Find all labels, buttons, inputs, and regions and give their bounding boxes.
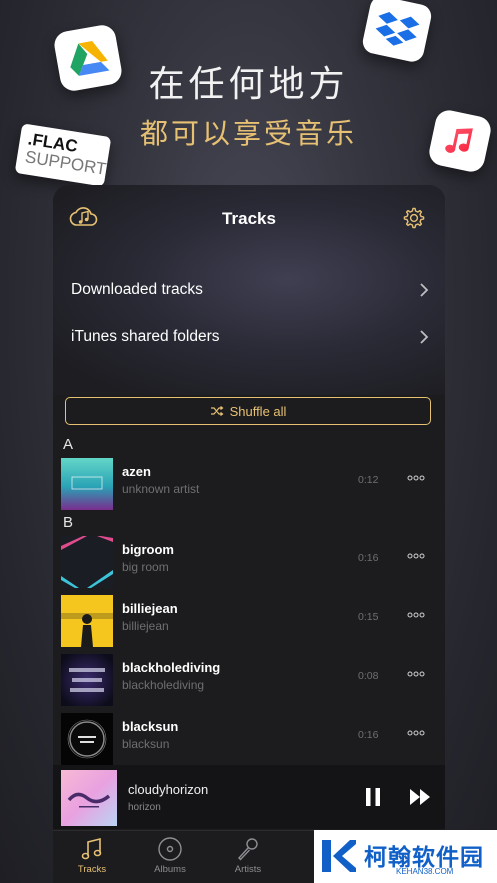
track-title: blacksun (122, 719, 179, 734)
more-options-icon[interactable] (407, 472, 425, 484)
track-title: billiejean (122, 601, 178, 616)
album-art (61, 536, 113, 588)
track-duration: 0:08 (358, 670, 379, 682)
track-artist: blackholediving (122, 678, 205, 692)
album-art (61, 458, 113, 510)
more-options-icon[interactable] (407, 668, 425, 680)
more-options-icon[interactable] (407, 609, 425, 621)
tab-tracks-label: Tracks (77, 864, 107, 875)
apple-music-icon (426, 107, 494, 175)
disc-icon (158, 837, 182, 861)
track-title: azen (122, 464, 151, 479)
menu-item-label: Downloaded tracks (71, 281, 203, 298)
microphone-icon (238, 838, 258, 861)
watermark: 柯翰软件园 KEHAN38.COM (314, 830, 497, 883)
track-row-azen[interactable]: azen unknown artist 0:12 (53, 455, 445, 513)
now-playing-album-art (61, 770, 117, 826)
track-row-billiejean[interactable]: billiejean billiejean 0:15 (53, 592, 445, 650)
tab-tracks[interactable]: Tracks (53, 831, 131, 883)
album-art (61, 654, 113, 706)
track-duration: 0:16 (358, 552, 379, 564)
next-track-icon[interactable] (409, 787, 431, 807)
shuffle-all-label: Shuffle all (229, 403, 287, 419)
track-duration: 0:15 (358, 611, 379, 623)
menu-item-downloaded-tracks[interactable]: Downloaded tracks (53, 267, 445, 313)
track-duration: 0:16 (358, 729, 379, 741)
track-duration: 0:12 (358, 474, 379, 486)
pause-icon[interactable] (365, 787, 381, 807)
music-note-icon (81, 837, 102, 860)
menu-item-label: iTunes shared folders (71, 328, 220, 345)
track-artist: billiejean (122, 619, 169, 633)
track-artist: unknown artist (122, 482, 200, 496)
tab-artists[interactable]: Artists (209, 831, 287, 883)
menu-item-itunes-shared-folders[interactable]: iTunes shared folders (53, 314, 445, 360)
track-row-bigroom[interactable]: bigroom big room 0:16 (53, 533, 445, 591)
track-title: bigroom (122, 542, 174, 557)
now-playing-bar[interactable]: cloudyhorizon horizon (53, 765, 445, 829)
watermark-logo (322, 840, 356, 872)
more-options-icon[interactable] (407, 550, 425, 562)
section-header-a: A (63, 436, 74, 453)
track-artist: blacksun (122, 737, 170, 751)
track-title: blackholediving (122, 660, 221, 675)
now-playing-subtitle: horizon (128, 802, 161, 813)
now-playing-title: cloudyhorizon (128, 782, 209, 797)
tab-albums-label: Albums (154, 864, 186, 875)
shuffle-all-button[interactable]: Shuffle all (65, 397, 431, 425)
track-row-blacksun[interactable]: blacksun blacksun 0:16 (53, 710, 445, 768)
navigation-bar: Tracks (53, 185, 445, 251)
gear-icon[interactable] (403, 207, 425, 229)
section-header-b: B (63, 514, 74, 531)
album-art (61, 713, 113, 765)
watermark-domain: KEHAN38.COM (396, 867, 454, 876)
track-artist: big room (122, 560, 169, 574)
chevron-right-icon (420, 283, 429, 297)
page-title: Tracks (222, 209, 276, 228)
tab-artists-label: Artists (234, 864, 262, 875)
shuffle-icon (210, 406, 224, 416)
google-drive-icon (52, 23, 124, 93)
tab-albums[interactable]: Albums (131, 831, 209, 883)
album-art (61, 595, 113, 647)
more-options-icon[interactable] (407, 727, 425, 739)
phone-screen: Tracks Downloaded tracks iTunes shared f… (53, 185, 445, 883)
chevron-right-icon (420, 330, 429, 344)
track-row-blackholediving[interactable]: blackholediving blackholediving 0:08 (53, 651, 445, 709)
